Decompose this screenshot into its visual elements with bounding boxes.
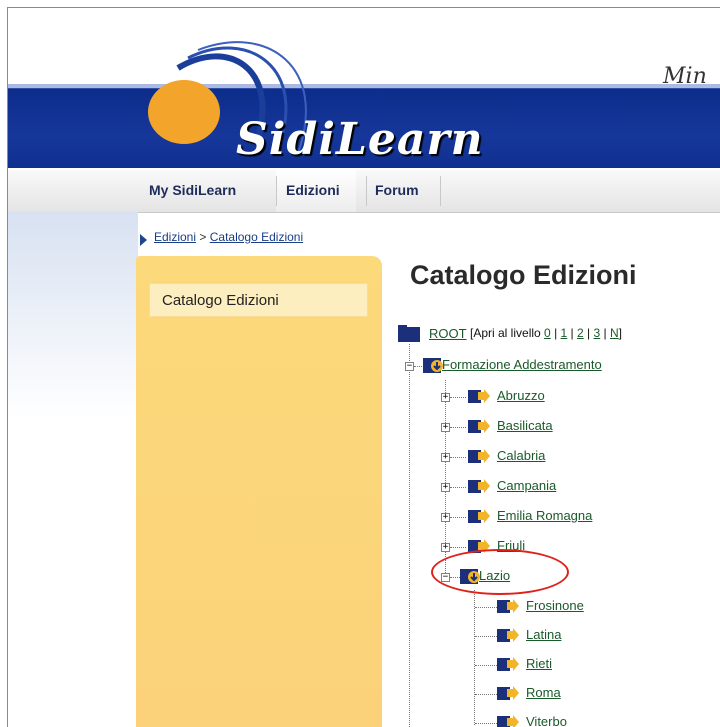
tree-connector xyxy=(450,457,466,458)
tree-link-campania[interactable]: Campania xyxy=(497,478,556,493)
nav-item-forum[interactable]: Forum xyxy=(375,182,419,198)
tree-connector xyxy=(475,636,497,637)
level-link-n[interactable]: N xyxy=(610,326,619,340)
breadcrumb-link-catalogo[interactable]: Catalogo Edizioni xyxy=(210,230,303,244)
folder-arrow-icon xyxy=(468,509,490,523)
tree-link-frosinone[interactable]: Frosinone xyxy=(526,598,584,613)
level-link-1[interactable]: 1 xyxy=(561,326,568,340)
level-link-2[interactable]: 2 xyxy=(577,326,584,340)
tree-link-basilicata[interactable]: Basilicata xyxy=(497,418,553,433)
folder-arrow-icon xyxy=(497,715,519,727)
open-level-controls: [Apri al livello 0 | 1 | 2 | 3 | N] xyxy=(470,326,622,340)
expand-toggle-icon[interactable]: + xyxy=(441,543,450,552)
nav-separator xyxy=(276,176,277,206)
sidebar xyxy=(136,256,382,727)
breadcrumb-separator: > xyxy=(199,230,207,244)
nav-item-my-sidilearn[interactable]: My SidiLearn xyxy=(149,182,236,198)
open-level-prefix: [Apri al livello xyxy=(470,326,541,340)
tree-link-viterbo[interactable]: Viterbo xyxy=(526,714,567,727)
tree-link-rieti[interactable]: Rieti xyxy=(526,656,552,671)
tree-connector xyxy=(475,694,497,695)
top-navigation: My SidiLearn Edizioni Forum xyxy=(8,170,720,213)
breadcrumb-arrow-icon xyxy=(140,234,147,246)
tree-line xyxy=(409,344,410,727)
breadcrumb-link-edizioni[interactable]: Edizioni xyxy=(154,230,196,244)
tree-link-roma[interactable]: Roma xyxy=(526,685,561,700)
tree-connector xyxy=(475,607,497,608)
level-link-0[interactable]: 0 xyxy=(544,326,551,340)
tree-connector xyxy=(450,547,466,548)
left-decorative-strip xyxy=(8,212,138,727)
level-link-3[interactable]: 3 xyxy=(594,326,601,340)
tree-connector xyxy=(450,427,466,428)
ministry-text: Min xyxy=(663,64,707,89)
page-title: Catalogo Edizioni xyxy=(410,260,637,290)
tree-link-calabria[interactable]: Calabria xyxy=(497,448,545,463)
tree-line xyxy=(474,590,475,725)
folder-arrow-icon xyxy=(468,449,490,463)
tree-connector xyxy=(450,517,466,518)
highlight-circle xyxy=(431,549,569,595)
logo-text: SidiLearn xyxy=(236,114,484,165)
tree-link-latina[interactable]: Latina xyxy=(526,627,561,642)
tree-link-formazione[interactable]: Formazione Addestramento xyxy=(442,357,602,372)
header-banner: SidiLearn Min xyxy=(8,8,720,168)
browser-frame: SidiLearn Min My SidiLearn Edizioni Foru… xyxy=(7,7,720,727)
tree-link-abruzzo[interactable]: Abruzzo xyxy=(497,388,545,403)
tree-connector xyxy=(450,487,466,488)
root-folder-icon xyxy=(398,325,420,342)
open-level-suffix: ] xyxy=(618,326,622,340)
tree-connector xyxy=(475,723,497,724)
nav-separator xyxy=(440,176,441,206)
folder-arrow-icon xyxy=(468,419,490,433)
expand-toggle-icon[interactable]: + xyxy=(441,393,450,402)
tree-root-link[interactable]: ROOT xyxy=(429,326,467,341)
tree-connector xyxy=(450,397,466,398)
tree-connector xyxy=(475,665,497,666)
expand-toggle-icon[interactable]: + xyxy=(441,453,450,462)
folder-arrow-icon xyxy=(497,628,519,642)
expand-toggle-icon[interactable]: + xyxy=(441,423,450,432)
breadcrumb: Edizioni > Catalogo Edizioni xyxy=(154,230,303,244)
tree-link-emilia-romagna[interactable]: Emilia Romagna xyxy=(497,508,592,523)
folder-arrow-icon xyxy=(497,686,519,700)
expand-toggle-icon[interactable]: + xyxy=(441,483,450,492)
collapse-toggle-icon[interactable]: − xyxy=(405,362,414,371)
nav-item-edizioni[interactable]: Edizioni xyxy=(286,182,340,198)
folder-arrow-icon xyxy=(468,479,490,493)
expand-toggle-icon[interactable]: + xyxy=(441,513,450,522)
folder-arrow-icon xyxy=(497,657,519,671)
nav-separator xyxy=(366,176,367,206)
folder-arrow-icon xyxy=(468,389,490,403)
folder-arrow-icon xyxy=(497,599,519,613)
sidebar-item-catalogo-edizioni[interactable]: Catalogo Edizioni xyxy=(149,283,368,317)
